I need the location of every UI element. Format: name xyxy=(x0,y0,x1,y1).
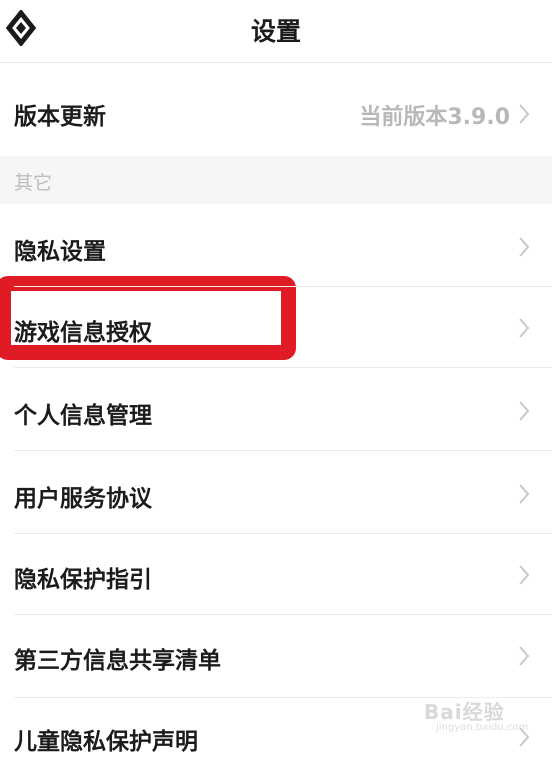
section-header-label: 其它 xyxy=(14,172,53,194)
chevron-right-icon xyxy=(519,565,530,585)
list-item[interactable]: 个人信息管理 xyxy=(0,368,552,450)
version-update-label: 版本更新 xyxy=(14,104,106,130)
list-item-label: 个人信息管理 xyxy=(14,403,152,429)
list-item-label: 第三方信息共享清单 xyxy=(14,648,221,674)
list-item-label: 隐私设置 xyxy=(14,239,106,265)
list-item-label: 用户服务协议 xyxy=(14,486,152,512)
chevron-right-icon xyxy=(519,646,530,666)
baidu-watermark: Bai经验 xyxy=(424,700,505,724)
page-title: 设置 xyxy=(250,17,301,46)
chevron-right-icon xyxy=(519,318,530,338)
list-item-label: 游戏信息授权 xyxy=(14,320,152,346)
top-bar: 设置 xyxy=(0,0,552,62)
list-item[interactable]: 隐私设置 xyxy=(0,204,552,286)
list-item-label: 隐私保护指引 xyxy=(14,567,152,593)
chevron-right-icon xyxy=(519,237,530,257)
list-item[interactable]: 第三方信息共享清单 xyxy=(0,615,552,697)
list-item[interactable]: 隐私保护指引 xyxy=(0,534,552,614)
list-item[interactable]: 用户服务协议 xyxy=(0,451,552,533)
current-version-text: 当前版本3.9.0 xyxy=(359,105,510,130)
version-update-row[interactable]: 版本更新 当前版本3.9.0 xyxy=(0,63,552,155)
section-header-other: 其它 xyxy=(0,156,552,204)
baidu-watermark-url: jingyan.baidu.com xyxy=(436,722,529,733)
chevron-right-icon xyxy=(519,401,530,421)
list-item[interactable]: 游戏信息授权 xyxy=(0,287,552,367)
list-item-label: 儿童隐私保护声明 xyxy=(14,729,198,755)
chevron-right-icon xyxy=(519,104,530,124)
chevron-right-icon xyxy=(519,484,530,504)
